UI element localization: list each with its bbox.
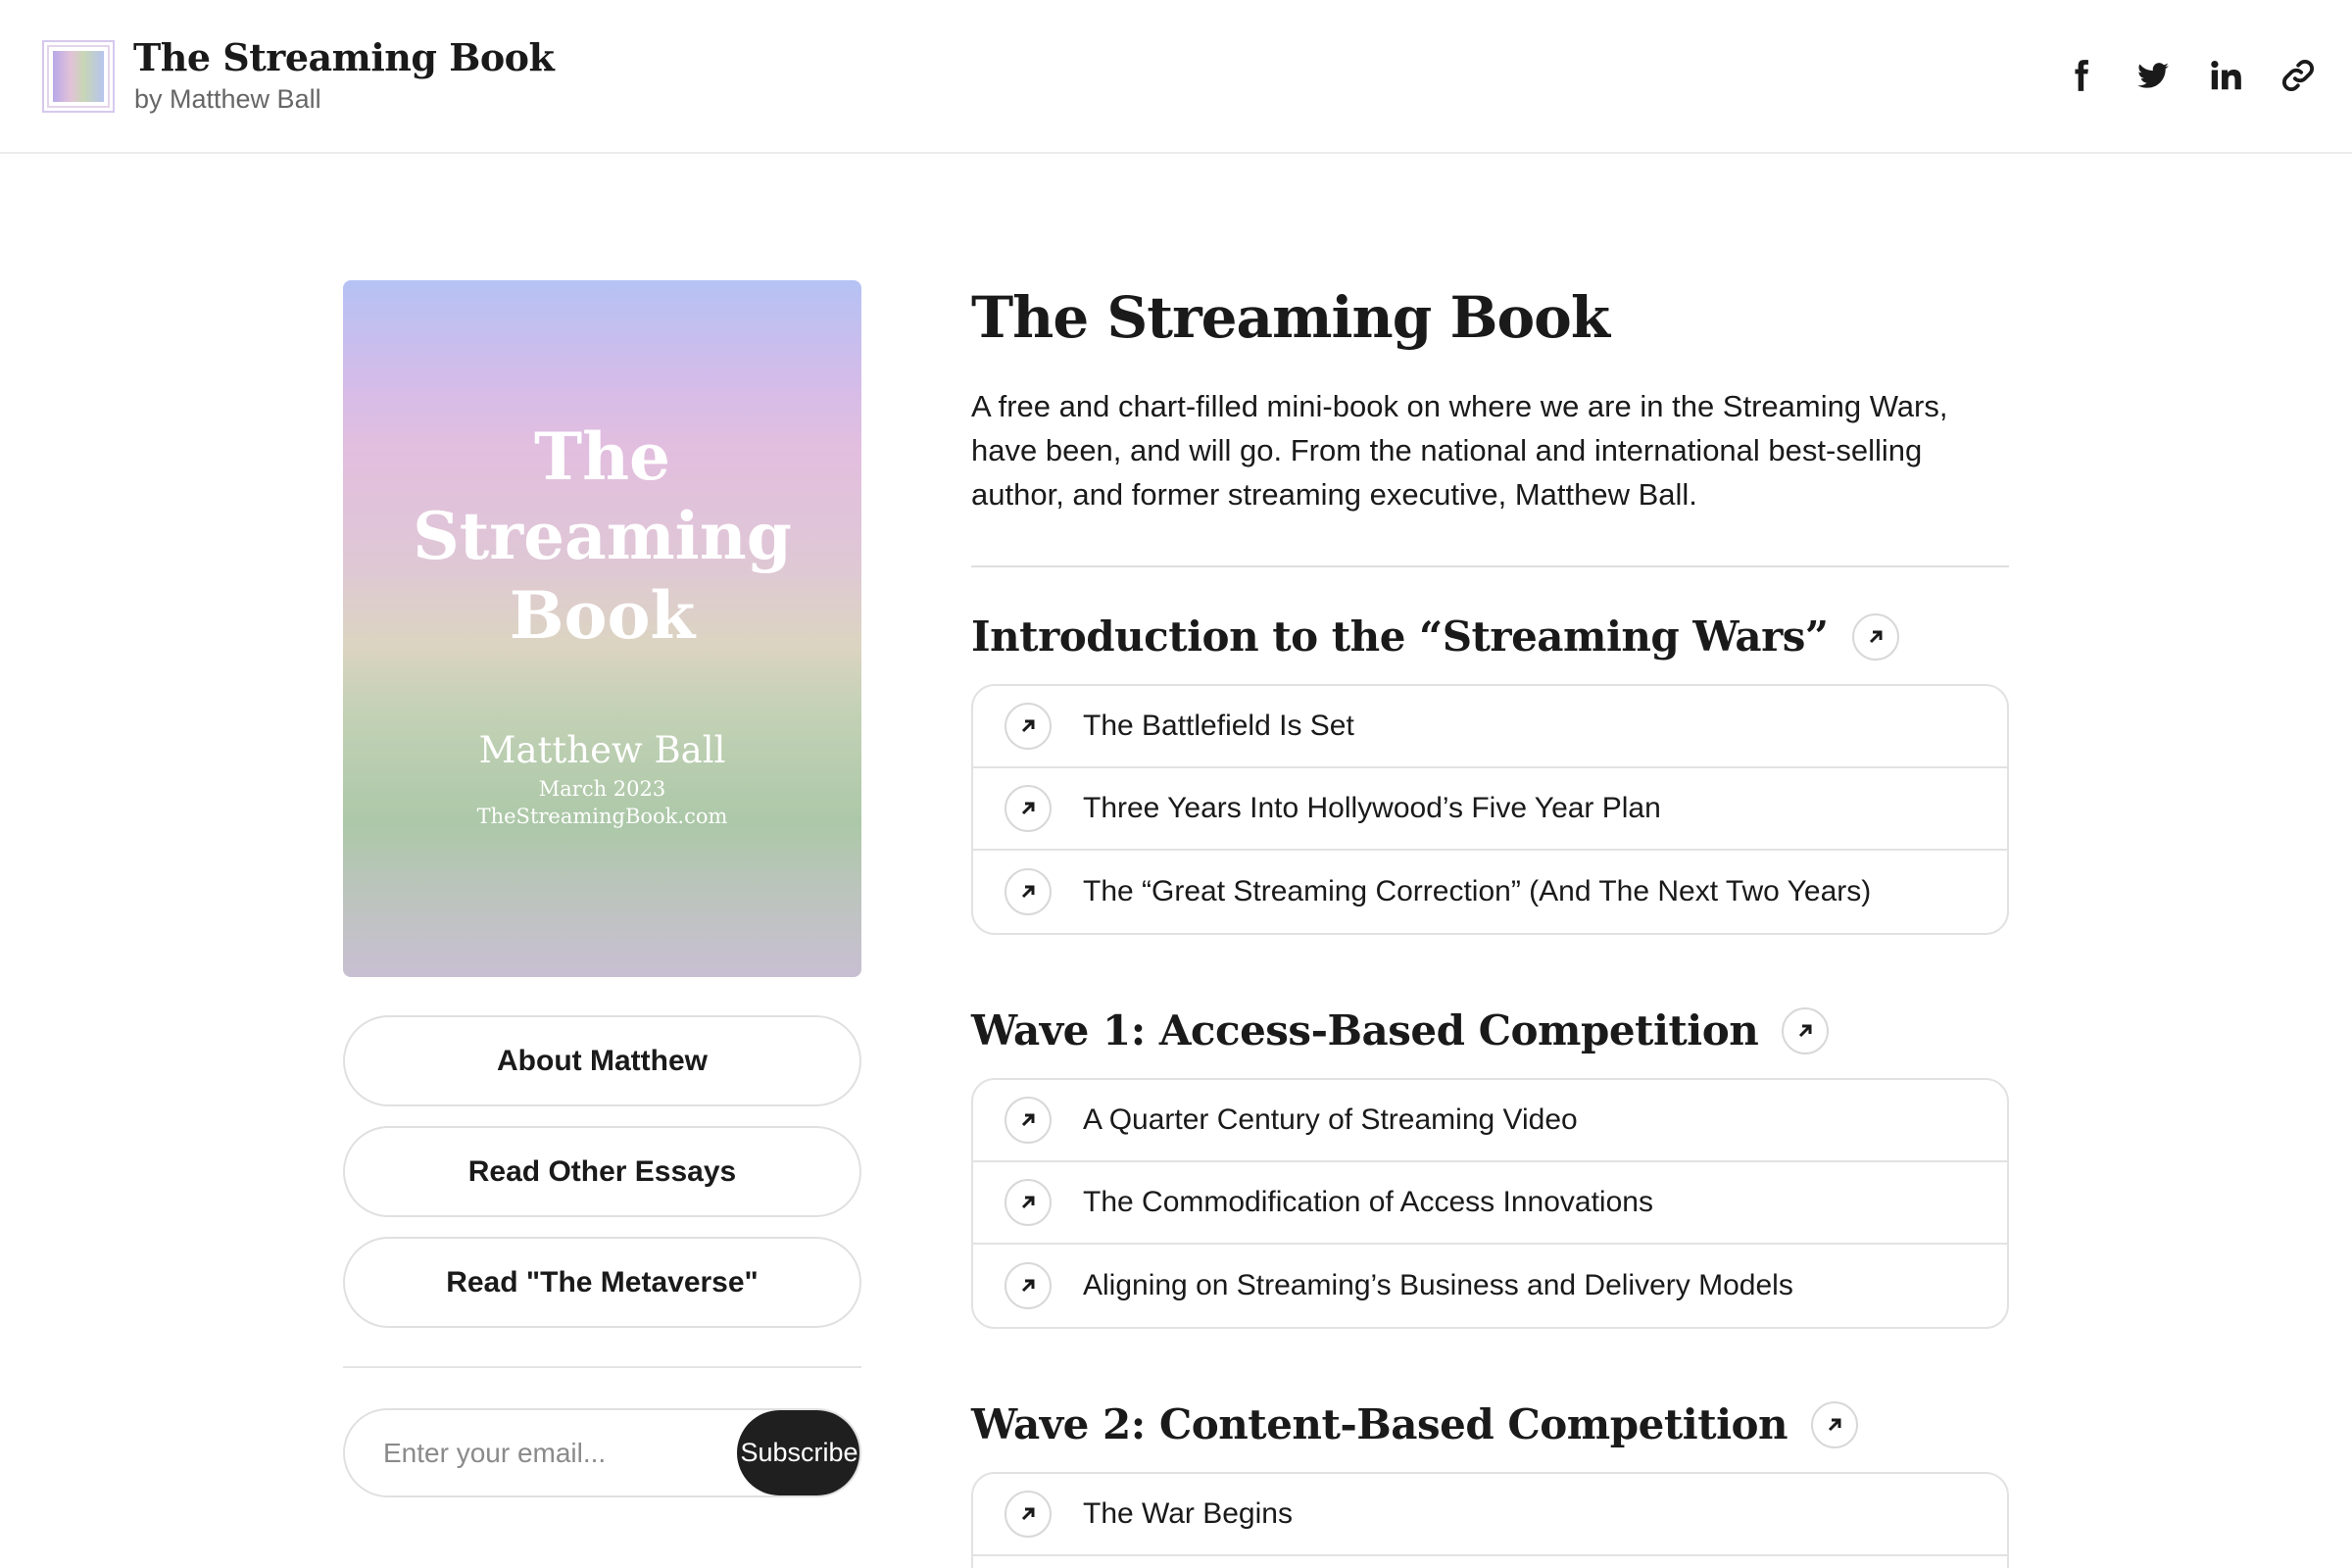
section-heading: Wave 2: Content-Based Competition — [971, 1400, 1859, 1448]
page-description: A free and chart-filled mini-book on whe… — [971, 389, 1948, 512]
chapter-item[interactable]: The “Great Streaming Correction” (And Th… — [973, 851, 2007, 933]
book-cover: The Streaming Book Matthew Ball March 20… — [343, 280, 861, 977]
divider — [343, 1366, 861, 1368]
about-matthew-button[interactable]: About Matthew — [343, 1015, 861, 1106]
open-section-arrow-icon[interactable] — [1782, 1006, 1830, 1054]
site-subtitle: by Matthew Ball — [134, 84, 321, 114]
site-logo[interactable] — [42, 40, 115, 113]
chapter-title: The War Begins — [1083, 1497, 1293, 1530]
section-title[interactable]: Introduction to the “Streaming Wars” — [971, 612, 1829, 661]
chapter-title: The Commodification of Access Innovation… — [1083, 1186, 1653, 1218]
cover-title-line: The — [533, 418, 671, 495]
social-links — [2062, 51, 2317, 100]
section-heading: Wave 1: Access-Based Competition — [971, 1006, 1830, 1054]
chapter-title: Three Years Into Hollywood’s Five Year P… — [1083, 792, 1661, 824]
chapter-title: A Quarter Century of Streaming Video — [1083, 1103, 1578, 1136]
arrow-up-right-icon — [1004, 1179, 1052, 1226]
open-section-arrow-icon[interactable] — [1851, 612, 1899, 661]
cover-title-line: Book — [509, 577, 696, 654]
chapter-item[interactable]: The War Begins — [973, 1474, 2007, 1556]
cover-title-line: Streaming — [413, 498, 792, 574]
chapter-title: The “Great Streaming Correction” (And Th… — [1083, 875, 1872, 907]
read-other-essays-button[interactable]: Read Other Essays — [343, 1126, 861, 1217]
open-section-arrow-icon[interactable] — [1811, 1400, 1859, 1448]
cover-date: March 2023 — [538, 777, 666, 801]
chapter-item[interactable]: The Battlefield Is Set — [973, 686, 2007, 768]
section-heading: Introduction to the “Streaming Wars” — [971, 612, 1899, 661]
subscribe-form: Subscribe — [343, 1408, 861, 1497]
chapter-title: Aligning on Streaming’s Business and Del… — [1083, 1269, 1793, 1301]
site-title[interactable]: The Streaming Book — [133, 35, 555, 79]
link-icon[interactable] — [2279, 51, 2317, 100]
facebook-icon[interactable] — [2062, 51, 2099, 100]
site-header: The Streaming Book by Matthew Ball — [0, 0, 2352, 154]
page-title: The Streaming Book — [971, 284, 1610, 351]
cover-author: Matthew Ball — [478, 729, 726, 771]
chapter-list: The Battlefield Is Set Three Years Into … — [971, 684, 2009, 935]
arrow-up-right-icon — [1004, 1262, 1052, 1309]
read-the-metaverse-button[interactable]: Read "The Metaverse" — [343, 1237, 861, 1328]
chapter-item — [973, 1556, 2007, 1568]
chapter-list: The War Begins — [971, 1472, 2009, 1568]
arrow-up-right-icon — [1004, 785, 1052, 832]
section-title[interactable]: Wave 1: Access-Based Competition — [971, 1006, 1759, 1054]
arrow-up-right-icon — [1004, 1491, 1052, 1538]
email-input[interactable] — [345, 1410, 737, 1495]
arrow-up-right-icon — [1004, 868, 1052, 915]
chapter-title: The Battlefield Is Set — [1083, 710, 1354, 742]
arrow-up-right-icon — [1004, 1097, 1052, 1144]
cover-title: The Streaming Book — [343, 417, 861, 656]
chapter-item[interactable]: Aligning on Streaming’s Business and Del… — [973, 1245, 2007, 1327]
twitter-icon[interactable] — [2134, 51, 2172, 100]
section-title[interactable]: Wave 2: Content-Based Competition — [971, 1400, 1788, 1448]
arrow-up-right-icon — [1004, 703, 1052, 750]
chapter-item[interactable]: The Commodification of Access Innovation… — [973, 1162, 2007, 1245]
chapter-list: A Quarter Century of Streaming Video The… — [971, 1078, 2009, 1329]
chapter-item[interactable]: Three Years Into Hollywood’s Five Year P… — [973, 768, 2007, 851]
divider — [971, 565, 2009, 567]
chapter-item[interactable]: A Quarter Century of Streaming Video — [973, 1080, 2007, 1162]
cover-url: TheStreamingBook.com — [476, 805, 728, 828]
subscribe-button[interactable]: Subscribe — [737, 1410, 859, 1495]
linkedin-icon[interactable] — [2207, 51, 2244, 100]
